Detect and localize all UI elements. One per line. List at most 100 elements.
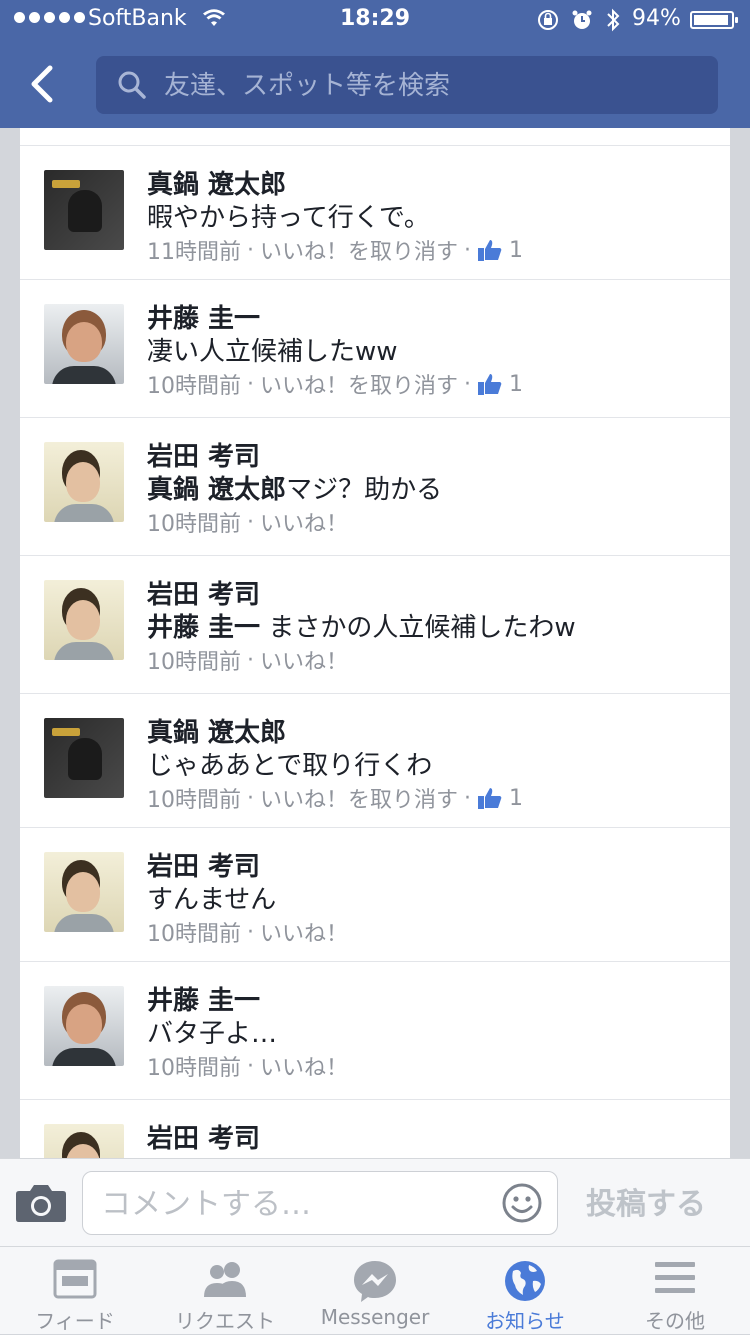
post-button[interactable]: 投稿する	[586, 1179, 706, 1223]
feed-icon	[53, 1259, 97, 1299]
separator: ·	[247, 919, 254, 945]
unlike-link[interactable]: いいね！を取り消す	[260, 368, 458, 400]
avatar[interactable]	[44, 986, 124, 1066]
tab-requests[interactable]: リクエスト	[150, 1247, 300, 1335]
tab-messenger[interactable]: Messenger	[300, 1247, 450, 1335]
mention-tag[interactable]: 真鍋 遼太郎	[147, 475, 286, 505]
alarm-icon	[572, 10, 592, 29]
commenter-name[interactable]: 岩田 考司	[147, 574, 260, 611]
globe-notifications-icon	[505, 1261, 545, 1301]
tab-label: その他	[645, 1309, 705, 1333]
mention-tag[interactable]: 井藤 圭一	[147, 613, 260, 643]
like-count-button[interactable]: 1	[477, 786, 523, 811]
commenter-name[interactable]: 井藤 圭一	[147, 980, 260, 1017]
battery-percentage: 94%	[632, 6, 681, 31]
battery-level-fill	[694, 15, 728, 25]
comment-field[interactable]	[82, 1171, 558, 1235]
unlike-link[interactable]: いいね！を取り消す	[260, 782, 458, 814]
separator: ·	[247, 785, 254, 811]
comment-row: 岩田 考司 すんません 10時間前 · いいね！	[20, 827, 730, 965]
like-count: 1	[509, 785, 524, 811]
friend-requests-icon	[204, 1262, 246, 1297]
like-count-button[interactable]: 1	[477, 372, 523, 397]
like-thumb-icon	[478, 788, 502, 809]
comment-timestamp: 10時間前	[147, 374, 241, 399]
avatar[interactable]	[44, 718, 124, 798]
back-chevron-icon[interactable]	[22, 60, 66, 108]
tab-label: Messenger	[320, 1305, 430, 1329]
comment-timestamp: 10時間前	[147, 650, 241, 675]
tab-more[interactable]: その他	[600, 1247, 750, 1335]
comment-text: 真鍋 遼太郎マジ？助かる	[147, 475, 443, 505]
comment-row: 真鍋 遼太郎 じゃああとで取り行くわ 10時間前 · いいね！を取り消す · 1	[20, 693, 730, 831]
like-link[interactable]: いいね！	[260, 644, 348, 676]
like-thumb-icon	[478, 240, 502, 261]
comments-list: 真鍋 遼太郎 暇やから持って行くで。 11時間前 · いいね！を取り消す · 1…	[20, 128, 730, 1158]
separator: ·	[247, 647, 254, 673]
comment-meta: 10時間前 · いいね！	[147, 1050, 348, 1082]
commenter-name[interactable]: 岩田 考司	[147, 1118, 260, 1155]
comment-input[interactable]	[99, 1180, 493, 1228]
commenter-name[interactable]: 岩田 考司	[147, 436, 260, 473]
separator: ·	[247, 1053, 254, 1079]
avatar[interactable]	[44, 1124, 124, 1158]
top-header: SoftBank 18:29 94%	[0, 0, 750, 128]
comment-meta: 10時間前 · いいね！	[147, 916, 348, 948]
avatar[interactable]	[44, 304, 124, 384]
comment-timestamp: 10時間前	[147, 1056, 241, 1081]
avatar[interactable]	[44, 442, 124, 522]
comment-row: 岩田 考司 井藤 圭一 まさかの人立候補したわw 10時間前 · いいね！	[20, 555, 730, 693]
separator: ·	[464, 785, 472, 811]
separator: ·	[464, 371, 472, 397]
search-bar[interactable]	[96, 56, 718, 114]
navigation-bar	[0, 40, 750, 128]
comment-timestamp: 10時間前	[147, 922, 241, 947]
separator: ·	[464, 237, 472, 263]
comment-meta: 10時間前 · いいね！を取り消す · 1	[147, 782, 523, 814]
tab-feed[interactable]: フィード	[0, 1247, 150, 1335]
like-link[interactable]: いいね！	[260, 1050, 348, 1082]
unlike-link[interactable]: いいね！を取り消す	[260, 234, 458, 266]
avatar[interactable]	[44, 170, 124, 250]
battery-icon	[690, 11, 738, 29]
separator: ·	[247, 237, 254, 263]
comment-row: 岩田 考司	[20, 1099, 730, 1158]
tab-label: リクエスト	[175, 1309, 275, 1333]
tab-label: フィード	[35, 1309, 115, 1333]
orientation-lock-icon	[538, 10, 558, 30]
comment-text: すんません	[147, 885, 277, 915]
tab-label: お知らせ	[485, 1309, 565, 1333]
comment-timestamp: 10時間前	[147, 512, 241, 537]
commenter-name[interactable]: 真鍋 遼太郎	[147, 712, 286, 749]
search-icon	[118, 71, 146, 99]
comment-composer: 投稿する	[0, 1158, 750, 1246]
like-thumb-icon	[478, 374, 502, 395]
commenter-name[interactable]: 井藤 圭一	[147, 298, 260, 335]
avatar[interactable]	[44, 852, 124, 932]
commenter-name[interactable]: 岩田 考司	[147, 846, 260, 883]
search-input[interactable]	[162, 62, 706, 110]
messenger-icon	[354, 1261, 396, 1302]
comment-row: 岩田 考司 真鍋 遼太郎マジ？助かる 10時間前 · いいね！	[20, 417, 730, 555]
comment-timestamp: 10時間前	[147, 788, 241, 813]
like-link[interactable]: いいね！	[260, 916, 348, 948]
comment-row: 真鍋 遼太郎 暇やから持って行くで。 11時間前 · いいね！を取り消す · 1	[20, 145, 730, 283]
comment-text: 暇やから持って行くで。	[147, 203, 430, 233]
like-link[interactable]: いいね！	[260, 506, 348, 538]
tab-bar: フィード リクエスト Messenger お知らせ その他	[0, 1246, 750, 1334]
comment-text: 井藤 圭一 まさかの人立候補したわw	[147, 613, 576, 643]
sticker-smiley-icon[interactable]	[501, 1182, 543, 1224]
comment-meta: 10時間前 · いいね！	[147, 506, 348, 538]
commenter-name[interactable]: 真鍋 遼太郎	[147, 164, 286, 201]
comment-text: バタ子よ…	[147, 1019, 278, 1049]
tab-notifications[interactable]: お知らせ	[450, 1247, 600, 1335]
camera-icon[interactable]	[15, 1183, 67, 1223]
separator: ·	[247, 509, 254, 535]
like-count: 1	[509, 371, 524, 397]
bluetooth-icon	[607, 8, 620, 32]
comment-text: 凄い人立候補したww	[147, 337, 398, 367]
like-count-button[interactable]: 1	[477, 238, 523, 263]
avatar[interactable]	[44, 580, 124, 660]
separator: ·	[247, 371, 254, 397]
comment-meta: 11時間前 · いいね！を取り消す · 1	[147, 234, 523, 266]
